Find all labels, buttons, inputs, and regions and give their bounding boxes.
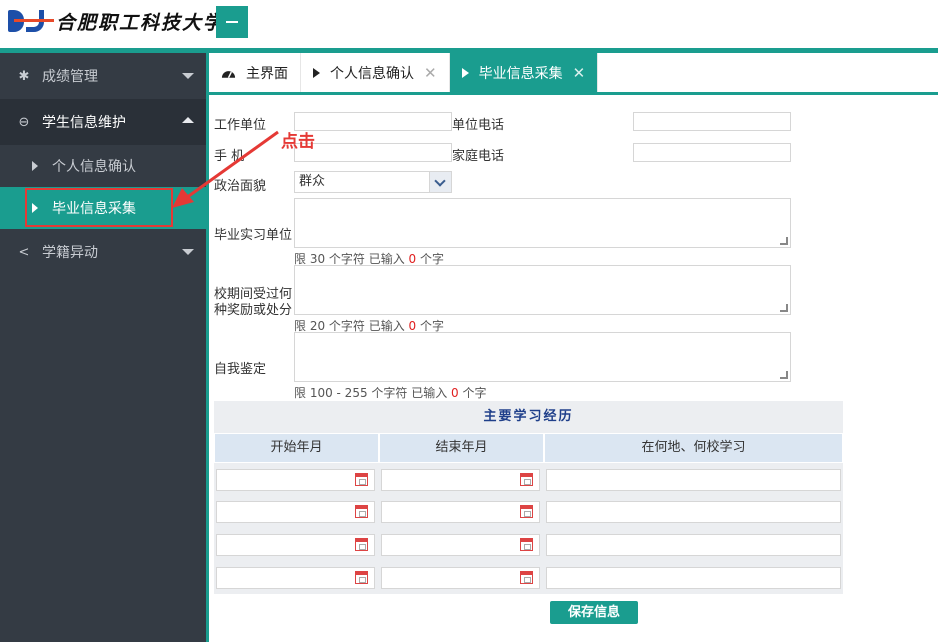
intern-unit-textarea[interactable]	[294, 198, 791, 248]
calendar-icon[interactable]	[355, 505, 368, 518]
save-button[interactable]: 保存信息	[550, 601, 638, 624]
work-unit-input[interactable]	[294, 112, 452, 131]
caret-right-icon	[32, 203, 38, 213]
start-date-input[interactable]	[216, 567, 375, 589]
gear-icon: ✱	[18, 68, 30, 84]
annotation-arrow-icon	[172, 130, 279, 208]
mobile-input[interactable]	[294, 143, 452, 162]
tab-label: 个人信息确认	[330, 65, 414, 82]
close-icon[interactable]: ✕	[424, 64, 437, 82]
column-header-start: 开始年月	[214, 433, 379, 463]
chevron-down-icon	[429, 172, 451, 192]
self-evaluation-hint: 限 100 - 255 个字符 已输入 0 个字	[294, 386, 487, 400]
school-input[interactable]	[546, 501, 841, 523]
end-date-input[interactable]	[381, 567, 540, 589]
end-date-input[interactable]	[381, 501, 540, 523]
sidebar-item-status-change[interactable]: < 学籍异动	[0, 229, 206, 275]
resize-grip-icon[interactable]	[780, 237, 788, 245]
sidebar-item-label: 个人信息确认	[52, 159, 136, 175]
resize-grip-icon[interactable]	[780, 304, 788, 312]
caret-right-icon	[461, 67, 469, 78]
self-evaluation-label: 自我鉴定	[214, 362, 267, 377]
calendar-icon[interactable]	[355, 538, 368, 551]
tab-label: 主界面	[246, 65, 288, 82]
hamburger-icon	[226, 21, 238, 23]
column-header-school: 在何地、何校学习	[544, 433, 843, 463]
start-date-input[interactable]	[216, 501, 375, 523]
dashboard-icon	[221, 70, 236, 78]
logo-mark-icon	[6, 6, 54, 36]
logo-text: 合肥职工科技大学	[56, 11, 225, 34]
self-evaluation-textarea[interactable]	[294, 332, 791, 382]
calendar-icon[interactable]	[520, 538, 533, 551]
chevron-down-icon	[182, 249, 194, 255]
end-date-input[interactable]	[381, 469, 540, 491]
caret-right-icon	[313, 67, 320, 78]
calendar-icon[interactable]	[520, 473, 533, 486]
tab-personal-confirm[interactable]: 个人信息确认 ✕	[301, 53, 450, 92]
sidebar-item-label: 学生信息维护	[42, 115, 126, 131]
caret-right-icon	[32, 161, 38, 171]
resize-grip-icon[interactable]	[780, 371, 788, 379]
intern-unit-label: 毕业实习单位	[214, 228, 293, 243]
awards-textarea[interactable]	[294, 265, 791, 315]
awards-label-line2: 种奖励或处分	[214, 303, 293, 318]
close-icon[interactable]: ✕	[573, 64, 586, 82]
sidebar-item-label: 学籍异动	[42, 245, 98, 261]
study-table-title: 主要学习经历	[483, 409, 574, 424]
chevron-down-icon	[182, 73, 194, 79]
tab-bar: 主界面 个人信息确认 ✕ 毕业信息采集 ✕	[209, 53, 938, 95]
start-date-input[interactable]	[216, 469, 375, 491]
tab-label: 毕业信息采集	[478, 65, 563, 82]
school-input[interactable]	[546, 567, 841, 589]
unit-phone-input[interactable]	[633, 112, 791, 131]
sidebar-item-grades[interactable]: ✱ 成绩管理	[0, 53, 206, 99]
end-date-input[interactable]	[381, 534, 540, 556]
school-input[interactable]	[546, 534, 841, 556]
tab-graduation-info[interactable]: 毕业信息采集 ✕	[449, 53, 599, 92]
chevron-up-icon	[182, 117, 194, 123]
sidebar-item-label: 成绩管理	[42, 69, 98, 85]
political-select[interactable]: 群众	[294, 171, 452, 193]
share-icon: <	[18, 244, 30, 260]
annotation-click-text: 点击	[281, 132, 315, 152]
calendar-icon[interactable]	[520, 571, 533, 584]
menu-toggle-button[interactable]	[216, 6, 248, 38]
university-logo: 合肥职工科技大学	[6, 6, 224, 36]
home-phone-label: 家庭电话	[452, 149, 505, 164]
column-header-end: 结束年月	[379, 433, 544, 463]
home-phone-input[interactable]	[633, 143, 791, 162]
start-date-input[interactable]	[216, 534, 375, 556]
header: 合肥职工科技大学	[0, 0, 938, 48]
minus-circle-icon: ⊖	[18, 114, 30, 130]
unit-phone-label: 单位电话	[452, 118, 505, 133]
calendar-icon[interactable]	[520, 505, 533, 518]
calendar-icon[interactable]	[355, 571, 368, 584]
calendar-icon[interactable]	[355, 473, 368, 486]
political-select-value: 群众	[299, 174, 326, 189]
school-input[interactable]	[546, 469, 841, 491]
tab-home[interactable]: 主界面	[209, 53, 301, 92]
study-experience-table: 主要学习经历 开始年月 结束年月 在何地、何校学习	[214, 401, 843, 594]
sidebar-item-label: 毕业信息采集	[52, 201, 136, 217]
